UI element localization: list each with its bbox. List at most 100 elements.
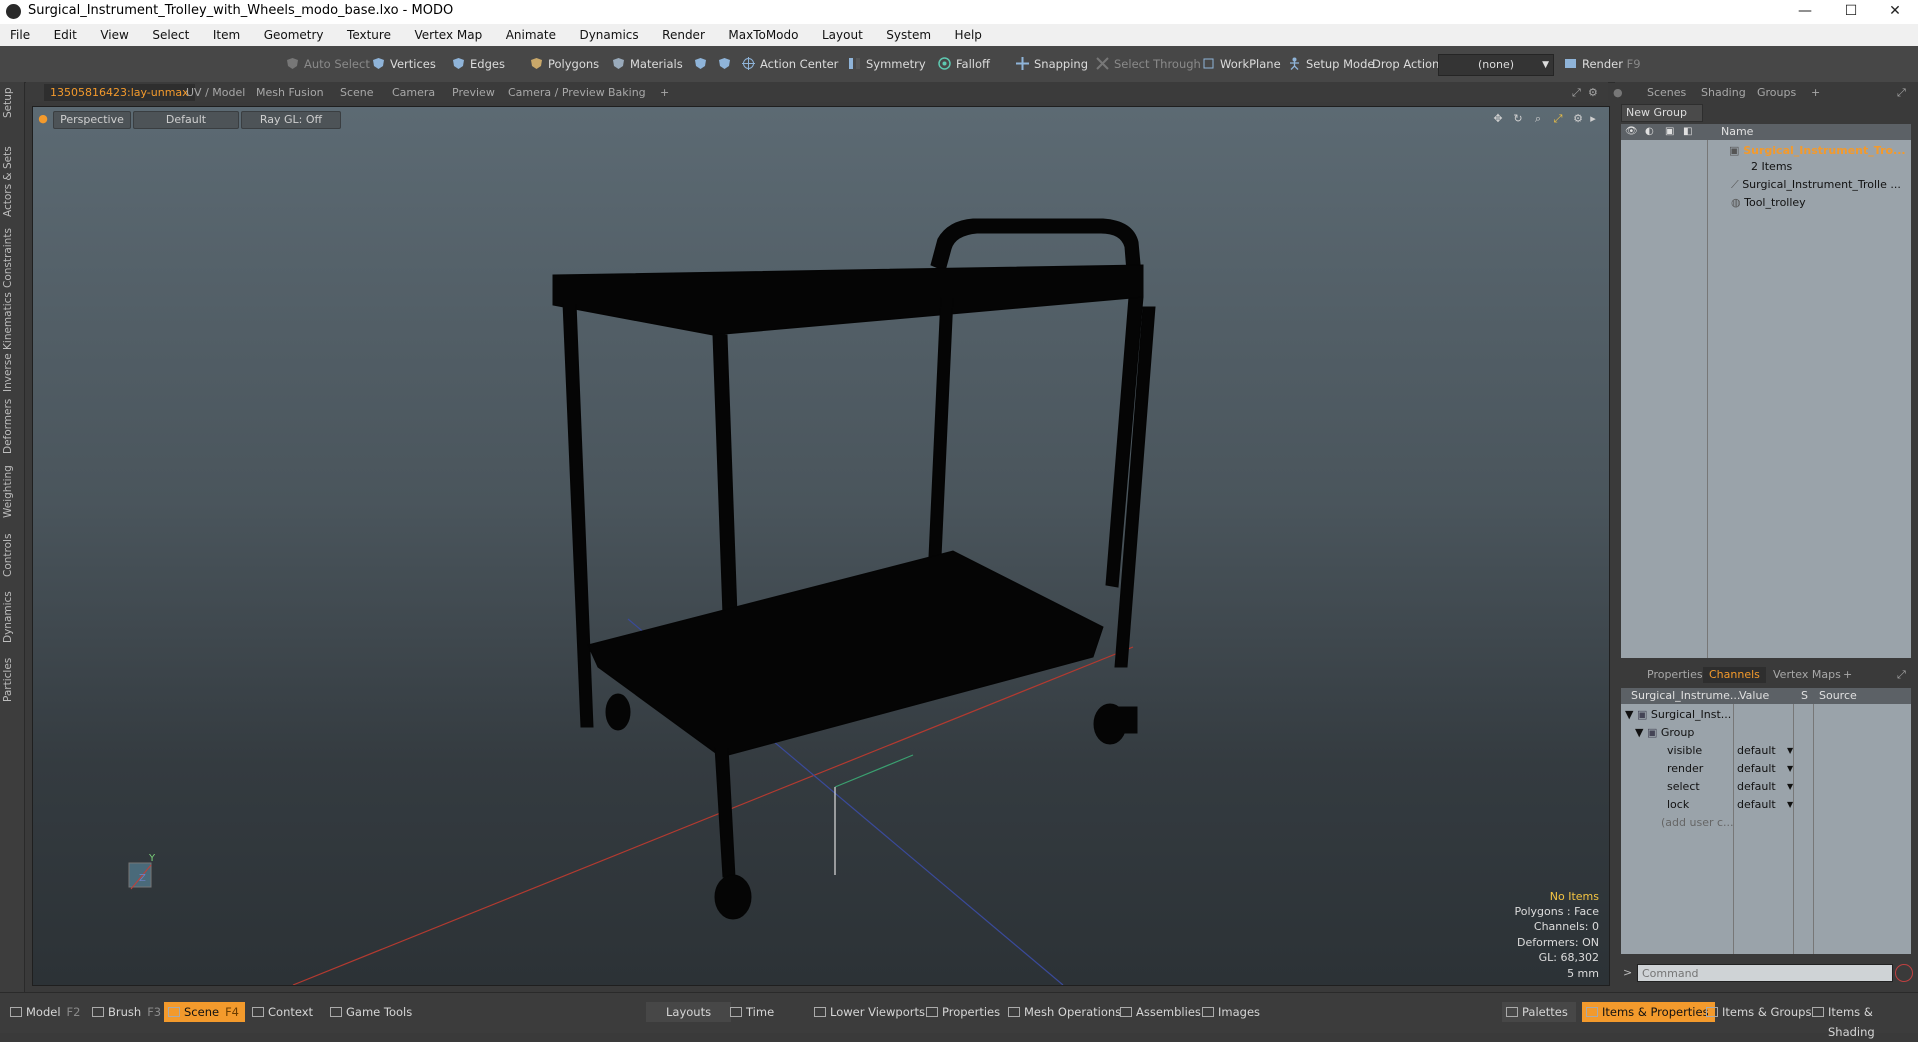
left-tab-dynamics[interactable]: Dynamics [2, 586, 22, 648]
channel-select-name: select [1667, 780, 1700, 793]
close-button[interactable]: ✕ [1872, 0, 1918, 24]
tab-groups[interactable]: Groups [1751, 85, 1802, 101]
items-groups-button[interactable]: Items & Groups [1702, 1002, 1811, 1022]
group-child-tool-trolley[interactable]: ◍ Tool_trolley [1731, 194, 1806, 212]
properties-button[interactable]: Properties [922, 1002, 1000, 1022]
action-center-button[interactable]: Action Center [740, 54, 838, 74]
add-channel-tab-button[interactable]: + [1837, 667, 1858, 683]
channel-render-name: render [1667, 762, 1704, 775]
add-tab-button[interactable]: + [654, 84, 675, 101]
group-child-mesh[interactable]: ⟋ Surgical_Instrument_Trolle ... [1731, 176, 1901, 194]
tab-channels[interactable]: Channels [1703, 667, 1766, 683]
materials-button[interactable]: Materials [610, 54, 683, 74]
left-tab-particles[interactable]: Particles [2, 650, 22, 710]
3d-viewport[interactable]: ● Perspective Default Ray GL: Off ✥ ↻ ⌕ … [32, 106, 1610, 986]
symmetry-button[interactable]: Symmetry [846, 54, 926, 74]
viewport-gear-icon[interactable]: ⚙ [1582, 84, 1604, 101]
items-shading-button[interactable]: Items & Shading [1808, 1002, 1918, 1039]
tab-properties[interactable]: Properties [1641, 667, 1709, 683]
group-icon: ▣ [1646, 726, 1658, 739]
command-input[interactable] [1637, 964, 1893, 982]
time-button[interactable]: Time [726, 1002, 774, 1022]
assemblies-button[interactable]: Assemblies [1116, 1002, 1201, 1022]
menu-edit[interactable]: Edit [44, 24, 87, 46]
tab-shading[interactable]: Shading [1695, 85, 1752, 101]
menu-system[interactable]: System [876, 24, 941, 46]
menu-item[interactable]: Item [203, 24, 250, 46]
menu-texture[interactable]: Texture [337, 24, 401, 46]
menu-dynamics[interactable]: Dynamics [569, 24, 648, 46]
tab-vertex-maps[interactable]: Vertex Maps [1767, 667, 1847, 683]
menu-maxtomodo[interactable]: MaxToModo [718, 24, 808, 46]
layout-icon [730, 1007, 742, 1017]
menu-animate[interactable]: Animate [496, 24, 566, 46]
add-user-channel[interactable]: (add user c... [1661, 814, 1734, 832]
context-layout-button[interactable]: Context [248, 1002, 313, 1022]
images-button[interactable]: Images [1198, 1002, 1260, 1022]
setup-figure-icon [1290, 57, 1299, 70]
workplane-button[interactable]: WorkPlane [1200, 54, 1281, 74]
new-group-button[interactable]: New Group [1621, 104, 1703, 122]
left-tab-constraints[interactable]: Constraints [2, 224, 22, 292]
polygons-button[interactable]: Polygons [528, 54, 599, 74]
menu-layout[interactable]: Layout [812, 24, 873, 46]
menu-geometry[interactable]: Geometry [254, 24, 334, 46]
brush-layout-button[interactable]: Brush F3 [88, 1002, 161, 1022]
mesh-mode-icon-button[interactable] [692, 54, 706, 74]
auto-select-button[interactable]: Auto Select [284, 54, 370, 74]
channel-render-value[interactable]: default ▼ [1737, 760, 1793, 778]
channel-lock-value[interactable]: default ▼ [1737, 796, 1793, 814]
layouts-button[interactable]: Layouts [646, 1002, 732, 1022]
minimize-button[interactable]: — [1782, 0, 1828, 24]
add-panel-tab-button[interactable]: + [1805, 85, 1826, 101]
falloff-button[interactable]: Falloff [936, 54, 990, 74]
select-through-button[interactable]: Select Through [1094, 54, 1201, 74]
tab-mesh-fusion[interactable]: Mesh Fusion [250, 84, 330, 101]
menu-render[interactable]: Render [652, 24, 715, 46]
tab-uv-model[interactable]: UV / Model [180, 84, 251, 101]
menu-select[interactable]: Select [142, 24, 199, 46]
channels-expand-icon[interactable]: ⤢ [1891, 667, 1912, 683]
menu-file[interactable]: File [0, 24, 40, 46]
left-tab-setup[interactable]: Setup [2, 86, 22, 120]
maximize-button[interactable]: ☐ [1828, 0, 1874, 24]
left-tab-weighting[interactable]: Weighting [2, 460, 22, 524]
left-tab-controls[interactable]: Controls [2, 526, 22, 584]
menu-view[interactable]: View [90, 24, 138, 46]
channel-root-row[interactable]: ▼ ▣ Surgical_Inst... [1625, 706, 1731, 724]
items-properties-button[interactable]: Items & Properties [1582, 1002, 1715, 1022]
snapping-button[interactable]: Snapping [1014, 54, 1088, 74]
channel-select-value[interactable]: default ▼ [1737, 778, 1793, 796]
tab-preview[interactable]: Preview [446, 84, 501, 101]
panel-expand-icon[interactable]: ⤢ [1891, 85, 1912, 101]
palettes-button[interactable]: Palettes [1502, 1002, 1576, 1022]
render-button[interactable]: Render F9 [1562, 54, 1641, 74]
edges-button[interactable]: Edges [450, 54, 505, 74]
col-source-header: Source [1819, 689, 1857, 702]
info-polygons: Polygons : Face [1514, 904, 1599, 918]
tab-baking[interactable]: Baking [602, 84, 652, 101]
model-layout-button[interactable]: Model F2 [6, 1002, 80, 1022]
left-tab-inverse-kinematics[interactable]: Inverse Kinematics [2, 292, 22, 392]
menu-vertex-map[interactable]: Vertex Map [404, 24, 492, 46]
locator-icon: ◍ [1731, 196, 1745, 209]
scene-layout-button[interactable]: Scene F4 [164, 1002, 245, 1022]
item-mode-icon-button[interactable] [716, 54, 730, 74]
mesh-operations-button[interactable]: Mesh Operations [1004, 1002, 1121, 1022]
channel-visible-value[interactable]: default ▼ [1737, 742, 1793, 760]
bottom-shelf [587, 550, 1104, 758]
left-tab-actors-sets[interactable]: Actors & Sets [2, 140, 22, 224]
tab-camera[interactable]: Camera [386, 84, 441, 101]
tab-lay-unmax[interactable]: 13505816423:lay-unmax [44, 84, 195, 101]
drop-action-dropdown[interactable]: (none) ▼ [1438, 54, 1554, 76]
game-tools-layout-button[interactable]: Game Tools [326, 1002, 412, 1022]
lower-viewports-button[interactable]: Lower Viewports [810, 1002, 925, 1022]
record-icon[interactable] [1895, 964, 1913, 982]
tab-scenes[interactable]: Scenes [1641, 85, 1692, 101]
vertices-button[interactable]: Vertices [370, 54, 436, 74]
left-tab-deformers[interactable]: Deformers [2, 394, 22, 458]
tab-camera-preview[interactable]: Camera / Preview [502, 84, 611, 101]
tab-scene[interactable]: Scene [334, 84, 380, 101]
menu-help[interactable]: Help [945, 24, 992, 46]
channel-group-row[interactable]: ▼ ▣ Group [1635, 724, 1694, 742]
